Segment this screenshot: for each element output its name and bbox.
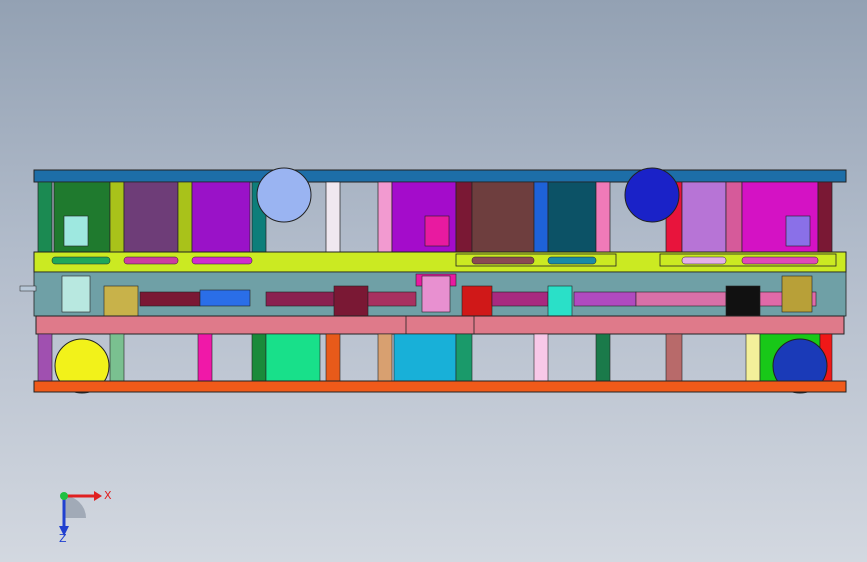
upper-block: [377, 181, 393, 253]
mid-block: [491, 291, 549, 307]
mid-block: [725, 285, 761, 317]
top-plate: [33, 169, 847, 183]
spring: [63, 215, 89, 247]
side-rod: [19, 285, 37, 292]
axis-triad: X Z: [59, 489, 112, 544]
lower-pillar: [377, 333, 393, 382]
upper-block: [177, 181, 193, 253]
slot: [51, 256, 111, 265]
upper-block: [325, 181, 341, 253]
mid-block: [199, 289, 251, 307]
mid-block: [367, 291, 417, 307]
mid-block: [333, 285, 369, 317]
x-axis-label: X: [104, 489, 112, 502]
upper-block: [109, 181, 125, 253]
upper-block: [547, 181, 597, 253]
cad-viewport[interactable]: [0, 0, 867, 562]
slot: [741, 256, 819, 265]
triad-shadow: [64, 496, 86, 518]
upper-block: [123, 181, 179, 253]
slot: [681, 256, 727, 265]
upper-block: [725, 181, 743, 253]
spring: [421, 275, 451, 313]
upper-block: [681, 181, 727, 253]
mid-block: [547, 285, 573, 317]
z-axis-label: Z: [59, 532, 67, 544]
guide-pin-head: [624, 167, 680, 223]
lower-pillar: [595, 333, 611, 382]
spring: [781, 275, 813, 313]
spring: [424, 215, 450, 247]
lower-pillar: [325, 333, 341, 382]
mid-block: [461, 285, 493, 317]
lower-pillar: [533, 333, 549, 382]
lower-pillar: [455, 333, 473, 382]
upper-block: [37, 181, 53, 253]
upper-block: [533, 181, 549, 253]
slot: [123, 256, 179, 265]
lower-pillar: [251, 333, 267, 382]
upper-block: [595, 181, 611, 253]
spring: [785, 215, 811, 247]
mid-block: [573, 291, 637, 307]
lower-pillar: [197, 333, 213, 382]
lower-pillar: [665, 333, 683, 382]
die-plate: [35, 315, 845, 335]
mid-block: [103, 285, 139, 317]
guide-pin-head: [256, 167, 312, 223]
bottom-plate: [33, 380, 847, 393]
slot: [471, 256, 535, 265]
lower-block: [265, 333, 321, 382]
upper-block: [455, 181, 473, 253]
lower-pillar: [745, 333, 761, 382]
upper-block: [471, 181, 535, 253]
spring: [61, 275, 91, 313]
die-assembly-model[interactable]: [19, 167, 847, 394]
lower-block: [393, 333, 457, 382]
slot: [191, 256, 253, 265]
x-axis-arrow: [94, 491, 102, 501]
mid-block: [265, 291, 335, 307]
mid-block: [139, 291, 201, 307]
y-axis-dot: [60, 492, 68, 500]
upper-block: [191, 181, 251, 253]
mid-block: [635, 291, 727, 307]
lower-pillar: [109, 333, 125, 382]
slot: [547, 256, 597, 265]
lower-pillar: [37, 333, 53, 382]
upper-block: [817, 181, 833, 253]
